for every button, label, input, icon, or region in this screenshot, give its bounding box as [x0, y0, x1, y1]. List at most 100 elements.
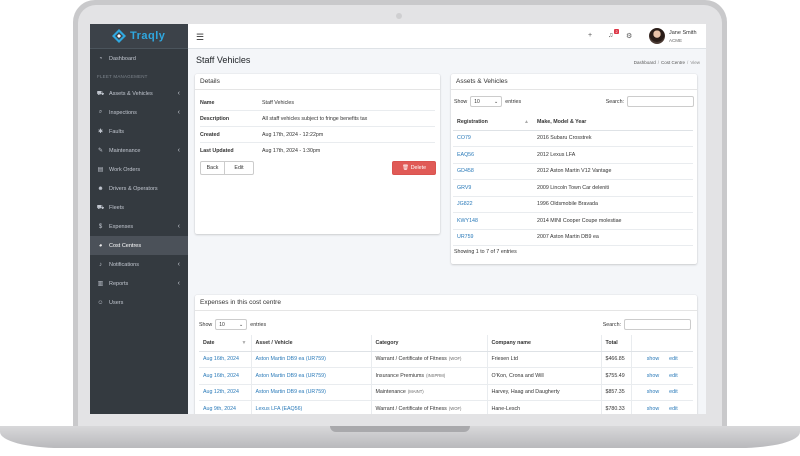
make-model-year: 2009 Lincoln Town Car deleniti — [533, 179, 693, 197]
detail-value: Aug 17th, 2024 - 12:22pm — [262, 131, 324, 138]
category-code: (WOF) — [448, 356, 462, 362]
registration-link[interactable]: CO79 — [453, 130, 533, 147]
menu-toggle-icon[interactable]: ☰ — [196, 32, 204, 43]
registration-link[interactable]: EAQ56 — [453, 146, 533, 164]
user-name[interactable]: Jane Smith — [669, 30, 697, 36]
bug-icon: ✱ — [97, 129, 104, 135]
registration-link[interactable]: GRV9 — [453, 179, 533, 197]
expenses-search-control: Search: — [603, 319, 691, 330]
avatar[interactable] — [649, 28, 665, 44]
expense-date-link[interactable]: Aug 12th, 2024 — [199, 384, 252, 401]
sidebar-item-dashboard[interactable]: ◔ Dashboard — [90, 49, 188, 68]
expense-asset-link[interactable]: Aston Martin DB9 ea (UR759) — [251, 384, 372, 401]
show-link[interactable]: show — [647, 389, 659, 395]
category-name: Warrant / Certificate of Fitness — [375, 405, 447, 412]
expense-category: Maintenance (MAINT) — [371, 384, 488, 401]
sidebar-item-notifications[interactable]: ♪ Notifications ‹ — [90, 255, 188, 274]
col-registration[interactable]: Registration ▲ — [453, 114, 533, 131]
detail-key: Description — [200, 115, 230, 122]
sidebar-item-users[interactable]: ☺ Users — [90, 293, 188, 312]
table-row: Aug 12th, 2024 Aston Martin DB9 ea (UR759… — [199, 384, 693, 401]
edit-link[interactable]: edit — [669, 406, 678, 412]
show-link[interactable]: show — [647, 406, 659, 412]
sidebar-item-fleets[interactable]: ⛟ Fleets — [90, 198, 188, 217]
brand[interactable]: Traqly — [90, 24, 188, 49]
sidebar-item-drivers-operators[interactable]: ☻ Drivers & Operators — [90, 179, 188, 198]
sidebar-item-label: Inspections — [109, 109, 137, 116]
edit-link[interactable]: edit — [669, 356, 678, 362]
entries-label: entries — [505, 98, 522, 105]
breadcrumb-dashboard[interactable]: Dashboard — [634, 60, 656, 65]
expense-date-link[interactable]: Aug 16th, 2024 — [199, 351, 252, 368]
expenses-length-control: Show 10 ⌄ entries — [199, 319, 266, 330]
registration-link[interactable]: KWY148 — [453, 212, 533, 230]
users-icon: ☻ — [97, 185, 104, 192]
show-link[interactable]: show — [647, 356, 659, 362]
expense-asset-link[interactable]: Lexus LFA (EAQ56) — [251, 400, 372, 414]
breadcrumb-view: View — [690, 60, 700, 65]
sidebar-item-label: Maintenance — [109, 147, 141, 154]
expense-actions: show edit — [631, 351, 693, 368]
assets-table-info: Showing 1 to 7 of 7 entries — [454, 249, 517, 255]
category-name: Warrant / Certificate of Fitness — [375, 356, 447, 363]
sidebar-item-label: Dashboard — [109, 55, 136, 62]
assets-search-input[interactable] — [627, 96, 694, 107]
sidebar-item-assets-vehicles[interactable]: ⛟ Assets & Vehicles ‹ — [90, 84, 188, 103]
edit-button[interactable]: Edit — [224, 161, 254, 175]
col-date[interactable]: Date ▼ — [199, 335, 252, 352]
sidebar-item-cost-centres[interactable]: ◕ Cost Centres — [90, 236, 188, 255]
expense-actions: show edit — [631, 384, 693, 401]
nav-section-header: FLEET MANAGEMENT — [97, 73, 148, 79]
sidebar-nav: ◔ Dashboard FLEET MANAGEMENT ⛟ Assets & Vehi… — [90, 49, 188, 312]
expense-asset-link[interactable]: Aston Martin DB9 ea (UR759) — [251, 367, 372, 385]
show-link[interactable]: show — [647, 373, 659, 379]
registration-link[interactable]: JG822 — [453, 196, 533, 213]
sidebar-item-work-orders[interactable]: ▤ Work Orders — [90, 160, 188, 179]
chevron-down-icon: ⌄ — [494, 98, 499, 105]
breadcrumb-cost-centre[interactable]: Cost Centre — [661, 60, 685, 65]
sidebar-item-label: Drivers & Operators — [109, 185, 158, 192]
registration-link[interactable]: UR759 — [453, 229, 533, 246]
category-code: (MAINT) — [407, 389, 424, 395]
page-title: Staff Vehicles — [196, 55, 251, 65]
sidebar-item-label: Faults — [109, 128, 124, 135]
expense-date-link[interactable]: Aug 9th, 2024 — [199, 400, 252, 414]
sidebar-item-maintenance[interactable]: ✎ Maintenance ‹ — [90, 141, 188, 160]
make-model-year: 2016 Subaru Crosstrek — [533, 130, 693, 147]
user-icon: ☺ — [97, 299, 104, 306]
registration-link[interactable]: GD458 — [453, 163, 533, 180]
expenses-card-title: Expenses in this cost centre — [195, 295, 697, 311]
pie-chart-icon: ◕ — [98, 242, 103, 249]
assets-search-control: Search: — [606, 96, 694, 107]
chevron-left-icon: ‹ — [177, 147, 180, 154]
expense-asset-link[interactable]: Aston Martin DB9 ea (UR759) — [251, 351, 372, 368]
sidebar-item-expenses[interactable]: $ Expenses ‹ — [90, 217, 188, 236]
table-row: UR759 2007 Aston Martin DB9 ea — [453, 229, 693, 246]
assets-entries-select[interactable]: 10 ⌄ — [470, 96, 503, 107]
expense-actions: show edit — [631, 367, 693, 385]
sidebar-item-inspections[interactable]: ⌕ Inspections ‹ — [90, 103, 188, 122]
plus-icon[interactable]: + — [588, 32, 592, 39]
expense-date-link[interactable]: Aug 16th, 2024 — [199, 367, 252, 385]
back-button[interactable]: Back — [200, 161, 225, 175]
table-row: JG822 1996 Oldsmobile Bravada — [453, 196, 693, 213]
car-icon: ⛟ — [96, 90, 105, 97]
col-total[interactable]: Total — [601, 335, 632, 352]
expenses-entries-select[interactable]: 10 ⌄ — [215, 319, 248, 330]
sidebar-item-reports[interactable]: ▥ Reports ‹ — [90, 274, 188, 293]
edit-link[interactable]: edit — [669, 373, 678, 379]
table-row: GRV9 2009 Lincoln Town Car deleniti — [453, 179, 693, 197]
col-category[interactable]: Category — [371, 335, 488, 352]
edit-link[interactable]: edit — [669, 389, 678, 395]
gear-icon[interactable]: ⚙ — [626, 32, 632, 40]
detail-row-description: Description All staff vehicles subject to… — [200, 111, 435, 127]
col-company-name[interactable]: Company name — [487, 335, 602, 352]
sidebar-item-faults[interactable]: ✱ Faults — [90, 122, 188, 141]
make-model-year: 2012 Lexus LFA — [533, 146, 693, 164]
col-asset-vehicle[interactable]: Asset / Vehicle — [251, 335, 372, 352]
detail-value: Staff Vehicles — [262, 99, 294, 106]
delete-button[interactable]: 🗑 Delete — [392, 161, 436, 175]
bell-icon[interactable]: ♫ — [608, 32, 613, 39]
col-make-model-year[interactable]: Make, Model & Year — [533, 114, 693, 131]
expenses-search-input[interactable] — [624, 319, 691, 330]
